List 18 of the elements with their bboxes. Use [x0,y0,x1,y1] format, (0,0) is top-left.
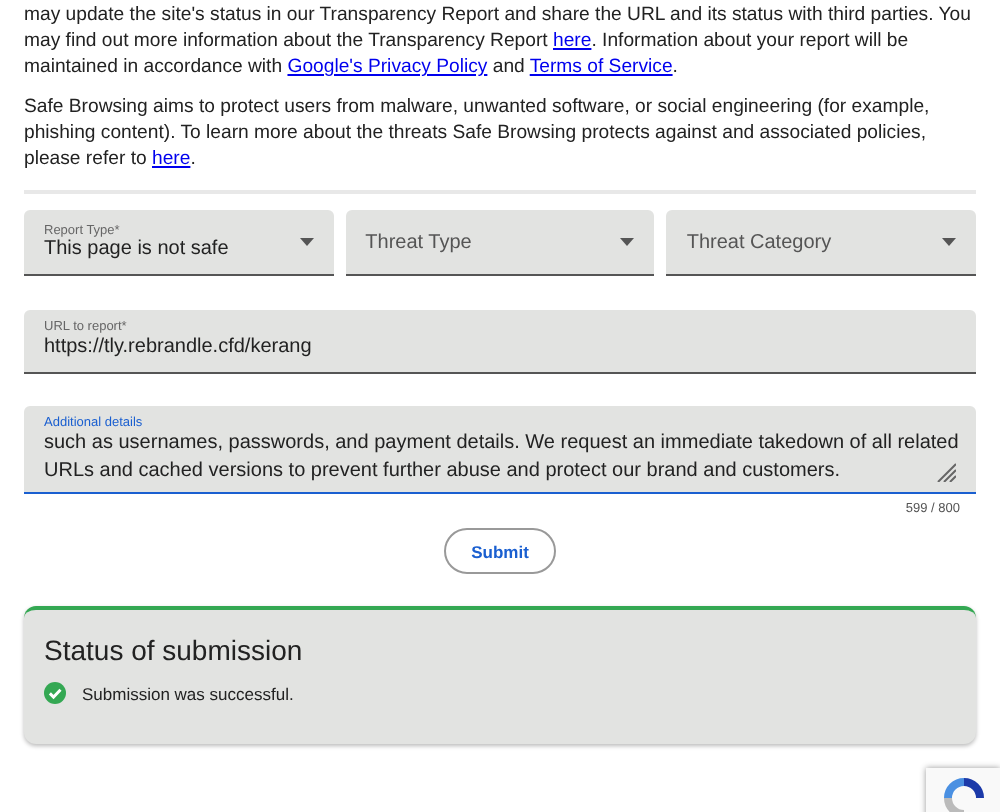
paragraph: may update the site's status in our Transparency Report and share the URL and its status with third parties. You may find out more information about the Transparency Report here. Information about your report will be maintained in accordance with Google's Privacy Policy and Terms of Service. [24,2,973,80]
caret-icon [620,238,635,246]
recaptcha-icon [939,776,987,812]
status-title: Status of submission [44,634,305,666]
dropdown[interactable]: Threat Type [345,210,655,276]
paragraph: Safe Browsing aims to protect users from malware, unwanted software, or social engineering (for example, phishing content). To learn more about the threats Safe Browsing protects against and associated policies, please refer to here. [24,94,932,172]
check-circle-icon [44,682,66,704]
link[interactable]: Terms of Service [529,56,673,78]
caret-icon [942,238,957,246]
status-message: Submission was successful. [82,683,294,703]
submit-button[interactable]: Submit [444,528,556,574]
link[interactable]: Google's Privacy Policy [287,56,488,78]
link[interactable]: here [152,148,191,170]
dropdown[interactable]: Threat Category [666,210,977,276]
caret-icon [299,238,314,246]
resize-handle-icon[interactable] [936,462,956,482]
recaptcha-badge[interactable] [926,768,1000,812]
link[interactable]: here [553,30,592,52]
